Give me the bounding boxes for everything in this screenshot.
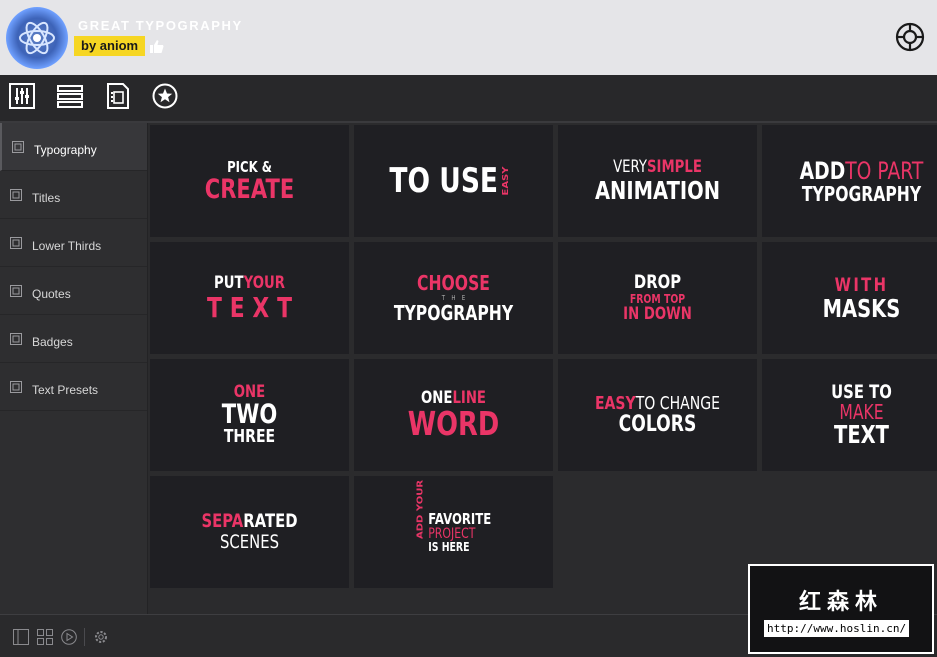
sidebar-item-typography[interactable]: Typography bbox=[0, 123, 147, 171]
preset-icon bbox=[10, 237, 22, 252]
star-icon[interactable] bbox=[152, 83, 180, 111]
tile-text: PICK & bbox=[227, 157, 272, 176]
tile-text: IN DOWN bbox=[623, 304, 692, 324]
preset-tile-to-use-easy[interactable]: TO USE EASY bbox=[354, 125, 553, 237]
sidebar-item-badges[interactable]: Badges bbox=[0, 315, 147, 363]
tile-text: TYPOGRAPHY bbox=[801, 181, 922, 206]
tile-text: EASY bbox=[594, 392, 636, 414]
sidebar-item-label: Lower Thirds bbox=[32, 239, 102, 253]
preset-grid: PICK & CREATE TO USE EASY VERYSIMPLE ANI… bbox=[150, 125, 937, 588]
preset-tile-one-line-word[interactable]: ONELINE WORD bbox=[354, 359, 553, 471]
preset-tile-drop-from-top[interactable]: DROP FROM TOP IN DOWN bbox=[558, 242, 757, 354]
app-title: GREAT TYPOGRAPHY bbox=[78, 18, 243, 33]
tile-text: PROJECT bbox=[428, 525, 476, 542]
sidebar-item-label: Quotes bbox=[32, 287, 71, 301]
tile-text: VERY bbox=[613, 157, 648, 177]
preset-tile-put-your-text[interactable]: PUTYOUR TEXT bbox=[150, 242, 349, 354]
tile-text: EASY bbox=[501, 166, 511, 196]
tile-text: WORD bbox=[407, 404, 500, 443]
atom-logo-icon bbox=[6, 7, 68, 69]
sidebar-item-label: Badges bbox=[32, 335, 73, 349]
preset-icon bbox=[10, 381, 22, 396]
sidebar-item-text-presets[interactable]: Text Presets bbox=[0, 363, 147, 411]
tile-text: CHOOSE bbox=[417, 271, 490, 295]
tile-text: ADD YOUR bbox=[416, 479, 426, 539]
preset-tile-separated-scenes[interactable]: SEPARATED SCENES bbox=[150, 476, 349, 588]
thumbs-up-icon[interactable] bbox=[150, 40, 164, 58]
header: GREAT TYPOGRAPHY by aniom bbox=[0, 0, 937, 75]
watermark: 红森林 http://www.hoslin.cn/ bbox=[748, 564, 934, 654]
film-icon[interactable] bbox=[105, 83, 133, 111]
tile-text: MASKS bbox=[822, 293, 901, 323]
divider bbox=[84, 628, 85, 646]
tile-text: FAVORITE bbox=[428, 509, 492, 528]
tile-text: DROP bbox=[633, 271, 682, 293]
preset-tile-use-to-make[interactable]: USE TO MAKE TEXT bbox=[762, 359, 937, 471]
tile-text: ADD bbox=[799, 156, 846, 185]
lifebuoy-icon[interactable] bbox=[895, 22, 925, 57]
tile-text: TO PART bbox=[845, 156, 924, 185]
tile-text: PUT bbox=[214, 272, 244, 293]
preset-tile-pick-create[interactable]: PICK & CREATE bbox=[150, 125, 349, 237]
tile-text: CREATE bbox=[204, 173, 295, 205]
tile-text: TEXT bbox=[207, 290, 300, 324]
preset-tile-with-masks[interactable]: WITH MASKS bbox=[762, 242, 937, 354]
sliders-icon[interactable] bbox=[9, 83, 37, 111]
tile-text: COLORS bbox=[618, 411, 697, 437]
preset-icon bbox=[10, 189, 22, 204]
preset-tile-very-simple[interactable]: VERYSIMPLE ANIMATION bbox=[558, 125, 757, 237]
preset-icon bbox=[10, 285, 22, 300]
tile-text: SEPA bbox=[201, 510, 244, 532]
sidebar-item-label: Titles bbox=[32, 191, 61, 205]
preset-tile-one-two-three[interactable]: ONE TWO THREE bbox=[150, 359, 349, 471]
preset-tile-easy-to-change[interactable]: EASYTO CHANGE COLORS bbox=[558, 359, 757, 471]
tile-text: SIMPLE bbox=[647, 157, 702, 177]
preset-tile-favorite-project[interactable]: ADD YOUR FAVORITE PROJECT IS HERE bbox=[354, 476, 553, 588]
tile-text: YOUR bbox=[243, 272, 285, 293]
tile-text: THREE bbox=[223, 426, 276, 447]
author-badge[interactable]: by aniom bbox=[74, 36, 146, 56]
preset-tile-choose-typography[interactable]: CHOOSE THE TYPOGRAPHY bbox=[354, 242, 553, 354]
play-icon[interactable] bbox=[61, 629, 77, 650]
watermark-url: http://www.hoslin.cn/ bbox=[764, 620, 910, 637]
tile-text: RATED bbox=[243, 510, 298, 532]
preset-icon bbox=[12, 141, 24, 156]
tile-text: TO CHANGE bbox=[635, 392, 721, 414]
tile-text: TWO bbox=[221, 399, 278, 430]
sidebar: Typography Titles Lower Thirds Quotes Ba… bbox=[0, 123, 148, 614]
preset-icon bbox=[10, 333, 22, 348]
sidebar-item-lower-thirds[interactable]: Lower Thirds bbox=[0, 219, 147, 267]
tile-text: IS HERE bbox=[428, 539, 470, 554]
tile-text: TEXT bbox=[834, 420, 889, 449]
grid-icon[interactable] bbox=[37, 629, 53, 650]
settings-icon[interactable] bbox=[93, 629, 109, 650]
tile-text: MAKE bbox=[839, 400, 884, 424]
sidebar-item-label: Text Presets bbox=[32, 383, 99, 397]
app-window: GREAT TYPOGRAPHY by aniom Typography Tit… bbox=[0, 0, 937, 657]
sidebar-item-label: Typography bbox=[34, 143, 97, 157]
preset-tile-add-to-part[interactable]: ADDTO PART TYPOGRAPHY bbox=[762, 125, 937, 237]
sidebar-item-quotes[interactable]: Quotes bbox=[0, 267, 147, 315]
tile-text: TO USE bbox=[389, 161, 499, 201]
tile-text: SCENES bbox=[220, 531, 279, 553]
toolbar bbox=[0, 75, 937, 123]
panel-icon[interactable] bbox=[13, 629, 29, 650]
tile-text: TYPOGRAPHY bbox=[393, 301, 514, 325]
tile-text: ANIMATION bbox=[594, 176, 721, 205]
list-icon[interactable] bbox=[57, 83, 85, 111]
tile-text: WITH bbox=[834, 273, 889, 296]
sidebar-item-titles[interactable]: Titles bbox=[0, 171, 147, 219]
watermark-title: 红森林 bbox=[798, 590, 883, 615]
